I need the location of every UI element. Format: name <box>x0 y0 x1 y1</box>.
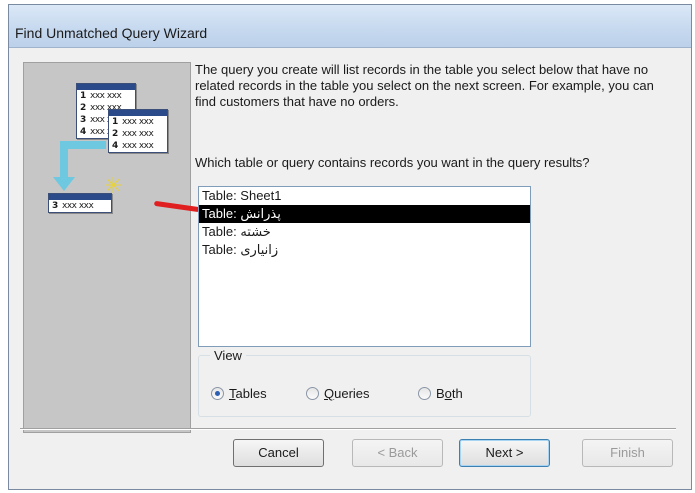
list-item-sheet1[interactable]: Table: Sheet1 <box>199 187 530 205</box>
list-item-selected[interactable]: Table: پذرانش <box>199 205 530 223</box>
illustration-table-b: 1 xxx xxx 2 xxx xxx 4 xxx xxx <box>108 109 168 153</box>
illustration-row: 1 xxx xxx <box>80 91 122 101</box>
sparkle-icon: ✳ <box>104 173 123 198</box>
radio-queries[interactable]: Queries <box>306 386 370 401</box>
illustration-result-table: 3 xxx xxx <box>48 193 112 213</box>
back-button[interactable]: < Back <box>352 439 443 467</box>
radio-icon[interactable] <box>418 387 431 400</box>
radio-both[interactable]: Both <box>418 386 463 401</box>
list-item[interactable]: Table: خشته <box>199 223 530 241</box>
wizard-illustration: 1 xxx xxx 2 xxx xxx 3 xxx xxx 4 xxx xxx 1 xxx… <box>23 62 191 433</box>
radio-selected-icon[interactable] <box>211 387 224 400</box>
radio-both-label-end: th <box>451 386 463 401</box>
illustration-row: 1 xxx xxx <box>112 117 154 127</box>
arrow-down-icon <box>53 177 75 191</box>
illustration-row: 4 xxx xxx <box>112 141 154 151</box>
button-separator <box>20 428 676 430</box>
table-listbox[interactable]: Table: Sheet1 Table: پذرانش Table: خشته … <box>198 186 531 347</box>
radio-icon[interactable] <box>306 387 319 400</box>
wizard-description: The query you create will list records i… <box>195 62 654 109</box>
illustration-arrow-v <box>60 141 68 179</box>
window-title: Find Unmatched Query Wizard <box>15 25 208 41</box>
radio-both-label-start: B <box>436 386 445 401</box>
radio-tables-label: ables <box>235 386 267 401</box>
radio-tables[interactable]: Tables <box>211 386 267 401</box>
next-button[interactable]: Next > <box>459 439 550 467</box>
title-bar[interactable]: Find Unmatched Query Wizard <box>9 5 691 48</box>
list-item[interactable]: Table: زانیاری <box>199 241 530 259</box>
illustration-row: 3 xxx xxx <box>52 201 94 211</box>
view-legend: View <box>210 348 246 363</box>
cancel-button[interactable]: Cancel <box>233 439 324 467</box>
finish-button[interactable]: Finish <box>582 439 673 467</box>
radio-queries-label: ueries <box>334 386 370 401</box>
table-question: Which table or query contains records yo… <box>195 155 590 170</box>
radio-both-mnemonic: o <box>444 386 452 401</box>
radio-queries-mnemonic: Q <box>324 386 335 401</box>
illustration-row: 2 xxx xxx <box>112 129 154 139</box>
